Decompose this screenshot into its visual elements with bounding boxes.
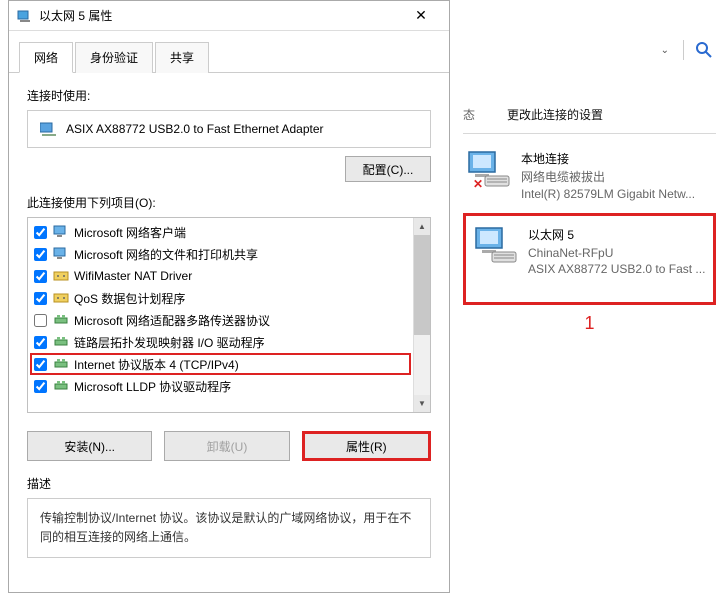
proto-icon xyxy=(53,334,69,350)
protocol-label: Microsoft 网络适配器多路传送器协议 xyxy=(74,312,270,329)
connection-name: 本地连接 xyxy=(521,150,716,167)
items-label: 此连接使用下列项目(O): xyxy=(27,194,431,211)
description-text: 传输控制协议/Internet 协议。该协议是默认的广域网络协议，用于在不同的相… xyxy=(27,498,431,558)
scroll-down-icon[interactable]: ▼ xyxy=(414,395,430,412)
dialog-title: 以太网 5 属性 xyxy=(39,7,401,24)
protocol-checkbox[interactable] xyxy=(34,292,47,305)
driver-icon xyxy=(53,268,69,284)
driver-icon xyxy=(53,290,69,306)
partial-text: 态 xyxy=(463,106,475,123)
adapter-box: ASIX AX88772 USB2.0 to Fast Ethernet Ada… xyxy=(27,110,431,148)
titlebar: 以太网 5 属性 ✕ xyxy=(9,1,449,31)
connection-status: 网络电缆被拔出 xyxy=(521,169,716,186)
protocol-item[interactable]: Microsoft 网络的文件和打印机共享 xyxy=(30,243,411,265)
network-card-icon xyxy=(40,121,58,137)
protocol-checkbox[interactable] xyxy=(34,314,47,327)
proto-icon xyxy=(53,378,69,394)
protocol-checkbox[interactable] xyxy=(34,248,47,261)
tab-auth[interactable]: 身份验证 xyxy=(75,42,153,73)
properties-button[interactable]: 属性(R) xyxy=(302,431,431,461)
close-button[interactable]: ✕ xyxy=(401,2,441,30)
protocol-label: Microsoft LLDP 协议驱动程序 xyxy=(74,378,231,395)
protocol-label: Microsoft 网络的文件和打印机共享 xyxy=(74,246,258,263)
protocol-label: Internet 协议版本 4 (TCP/IPv4) xyxy=(74,356,239,373)
svg-text:✕: ✕ xyxy=(473,177,483,190)
protocol-checkbox[interactable] xyxy=(34,358,47,371)
connection-name: 以太网 5 xyxy=(528,226,709,243)
connection-detail: Intel(R) 82579LM Gigabit Netw... xyxy=(521,186,716,203)
protocol-item[interactable]: 链路层拓扑发现映射器 I/O 驱动程序 xyxy=(30,331,411,353)
protocol-item[interactable]: WifiMaster NAT Driver xyxy=(30,265,411,287)
connection-label: 连接时使用: xyxy=(27,87,431,104)
connection-status: ChinaNet-RFpU xyxy=(528,245,709,262)
connection-icon: ✕ xyxy=(467,150,511,190)
configure-button[interactable]: 配置(C)... xyxy=(345,156,431,182)
protocol-item[interactable]: QoS 数据包计划程序 xyxy=(30,287,411,309)
protocol-item[interactable]: Microsoft 网络客户端 xyxy=(30,221,411,243)
protocol-checkbox[interactable] xyxy=(34,226,47,239)
tab-sharing[interactable]: 共享 xyxy=(155,42,209,73)
scrollbar[interactable]: ▲ ▼ xyxy=(413,218,430,412)
protocol-label: QoS 数据包计划程序 xyxy=(74,290,185,307)
section-modify-title: 更改此连接的设置 xyxy=(507,106,603,123)
uninstall-button[interactable]: 卸载(U) xyxy=(164,431,289,461)
network-connections-panel: ⌄ 态 更改此连接的设置 ✕ 本地连接 网络电缆被拔出 Intel(R) 825… xyxy=(451,0,726,593)
tab-network[interactable]: 网络 xyxy=(19,42,73,73)
protocol-item[interactable]: Microsoft LLDP 协议驱动程序 xyxy=(30,375,411,397)
client-icon xyxy=(53,246,69,262)
connection-detail: ASIX AX88772 USB2.0 to Fast ... xyxy=(528,261,709,278)
connection-icon xyxy=(474,226,518,266)
install-button[interactable]: 安装(N)... xyxy=(27,431,152,461)
proto-icon xyxy=(53,356,69,372)
adapter-name: ASIX AX88772 USB2.0 to Fast Ethernet Ada… xyxy=(66,122,324,136)
scroll-up-icon[interactable]: ▲ xyxy=(414,218,430,235)
protocol-label: WifiMaster NAT Driver xyxy=(74,269,192,283)
protocol-checkbox[interactable] xyxy=(34,270,47,283)
scroll-thumb[interactable] xyxy=(414,235,430,335)
chevron-down-icon[interactable]: ⌄ xyxy=(657,45,673,56)
annotation-marker: 1 xyxy=(463,313,716,334)
protocol-item[interactable]: Microsoft 网络适配器多路传送器协议 xyxy=(30,309,411,331)
protocol-label: Microsoft 网络客户端 xyxy=(74,224,186,241)
client-icon xyxy=(53,224,69,240)
protocol-checkbox[interactable] xyxy=(34,380,47,393)
search-icon[interactable] xyxy=(694,40,714,60)
protocol-item[interactable]: Internet 协议版本 4 (TCP/IPv4) xyxy=(30,353,411,375)
proto-icon xyxy=(53,312,69,328)
protocol-list: Microsoft 网络客户端 Microsoft 网络的文件和打印机共享 Wi… xyxy=(27,217,431,413)
protocol-checkbox[interactable] xyxy=(34,336,47,349)
connection-entry[interactable]: ✕ 本地连接 网络电缆被拔出 Intel(R) 82579LM Gigabit … xyxy=(463,144,716,213)
protocol-label: 链路层拓扑发现映射器 I/O 驱动程序 xyxy=(74,334,265,351)
connection-entry[interactable]: 以太网 5 ChinaNet-RFpU ASIX AX88772 USB2.0 … xyxy=(463,213,716,306)
description-label: 描述 xyxy=(27,475,431,492)
adapter-icon xyxy=(17,8,33,24)
tab-content: 连接时使用: ASIX AX88772 USB2.0 to Fast Ether… xyxy=(9,73,449,572)
tab-strip: 网络 身份验证 共享 xyxy=(9,31,449,73)
ethernet-properties-dialog: 以太网 5 属性 ✕ 网络 身份验证 共享 连接时使用: ASIX AX8877… xyxy=(8,0,450,593)
